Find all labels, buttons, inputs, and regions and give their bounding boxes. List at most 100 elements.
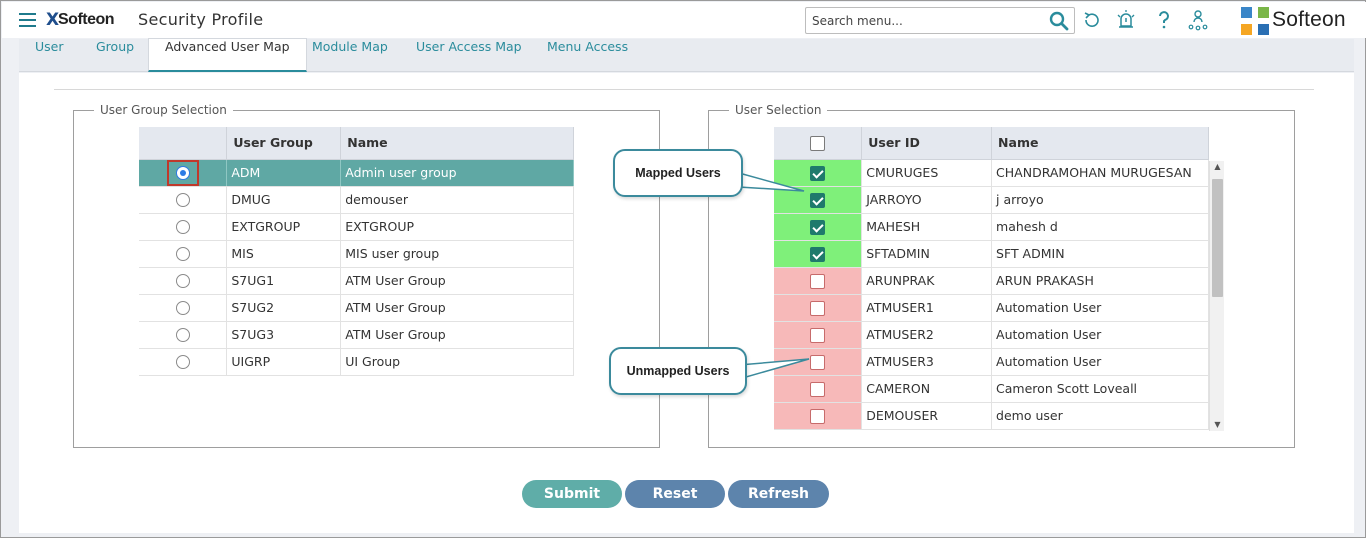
table-row[interactable]: JARROYO j arroyo	[774, 186, 1209, 214]
table-row[interactable]: DMUG demouser	[139, 186, 574, 214]
app-window: X Softeon Security Profile Search menu..…	[0, 0, 1366, 538]
help-icon[interactable]	[1153, 9, 1175, 31]
table-row[interactable]: CAMERON Cameron Scott Loveall	[774, 375, 1209, 403]
tab-advanced-user-map[interactable]: Advanced User Map	[148, 38, 307, 72]
table-row[interactable]: MAHESH mahesh d	[774, 213, 1209, 241]
table-row[interactable]: ATMUSER2 Automation User	[774, 321, 1209, 349]
user-name-cell: Automation User	[991, 321, 1209, 349]
user-group-table: User Group Name ADM Admin user group DMUG d…	[139, 127, 574, 376]
user-id-cell: ATMUSER2	[861, 321, 993, 349]
select-cell	[139, 267, 228, 295]
user-group-cell: S7UG1	[226, 267, 342, 295]
brand-mark-icon	[1241, 7, 1269, 35]
refresh-icon[interactable]	[1081, 9, 1103, 31]
selected-radio-highlight	[166, 159, 199, 186]
scroll-up-icon[interactable]: ▲	[1210, 161, 1225, 173]
column-header-user-group[interactable]: User Group	[226, 127, 342, 160]
group-radio[interactable]	[175, 301, 190, 316]
user-name-cell: demo user	[991, 402, 1209, 430]
select-cell	[139, 294, 228, 322]
user-network-icon[interactable]	[1187, 9, 1209, 31]
group-radio[interactable]	[175, 165, 190, 180]
tab-bar: User Group Advanced User Map Module Map …	[19, 38, 1354, 72]
group-radio[interactable]	[175, 247, 190, 262]
group-radio[interactable]	[175, 355, 190, 370]
group-name-cell: Admin user group	[340, 159, 574, 187]
group-name-cell: MIS user group	[340, 240, 574, 268]
callout-mapped-users: Mapped Users	[613, 149, 743, 197]
user-name-cell: CHANDRAMOHAN MURUGESAN	[991, 159, 1209, 187]
user-selection-legend: User Selection	[735, 103, 822, 117]
user-checkbox[interactable]	[810, 408, 826, 424]
user-group-cell: UIGRP	[226, 348, 342, 376]
column-header-name[interactable]: Name	[340, 127, 574, 160]
user-table-scrollbar[interactable]: ▲ ▼	[1209, 161, 1224, 431]
user-id-cell: DEMOUSER	[861, 402, 993, 430]
select-cell	[139, 159, 228, 187]
search-icon[interactable]	[1048, 10, 1070, 32]
select-cell	[139, 321, 228, 349]
user-name-cell: SFT ADMIN	[991, 240, 1209, 268]
user-selection-table: User ID Name CMURUGES CHANDRAMOHAN MURUGE…	[774, 127, 1209, 430]
user-name-cell: mahesh d	[991, 213, 1209, 241]
submit-button[interactable]: Submit	[522, 480, 622, 508]
table-row[interactable]: ATMUSER3 Automation User	[774, 348, 1209, 376]
refresh-button[interactable]: Refresh	[728, 480, 829, 508]
user-group-cell: ADM	[226, 159, 342, 187]
column-header-user-id[interactable]: User ID	[861, 127, 993, 160]
table-row[interactable]: ATMUSER1 Automation User	[774, 294, 1209, 322]
reset-button[interactable]: Reset	[625, 480, 725, 508]
select-cell	[139, 213, 228, 241]
tab-group[interactable]: Group	[96, 39, 134, 72]
user-group-cell: DMUG	[226, 186, 342, 214]
table-row[interactable]: S7UG2 ATM User Group	[139, 294, 574, 322]
group-radio[interactable]	[175, 193, 190, 208]
group-radio[interactable]	[175, 328, 190, 343]
select-cell	[139, 186, 228, 214]
user-name-cell: j arroyo	[991, 186, 1209, 214]
tab-user[interactable]: User	[35, 39, 64, 72]
alarm-icon[interactable]	[1115, 9, 1137, 31]
search-input[interactable]	[810, 11, 1040, 30]
user-name-cell: Automation User	[991, 348, 1209, 376]
table-row[interactable]: ADM Admin user group	[139, 159, 574, 187]
user-id-cell: ATMUSER3	[861, 348, 993, 376]
brand-word: Softeon	[1272, 8, 1346, 31]
user-id-cell: ARUNPRAK	[861, 267, 993, 295]
table-row[interactable]: UIGRP UI Group	[139, 348, 574, 376]
user-group-legend: User Group Selection	[100, 103, 227, 117]
scroll-down-icon[interactable]: ▼	[1210, 419, 1225, 431]
select-cell	[774, 402, 863, 430]
group-radio[interactable]	[175, 274, 190, 289]
table-row[interactable]: ARUNPRAK ARUN PRAKASH	[774, 267, 1209, 295]
callout-unmapped-users: Unmapped Users	[609, 347, 747, 395]
table-row[interactable]: EXTGROUP EXTGROUP	[139, 213, 574, 241]
user-name-cell: Automation User	[991, 294, 1209, 322]
group-name-cell: EXTGROUP	[340, 213, 574, 241]
group-name-cell: demouser	[340, 186, 574, 214]
hamburger-menu-icon[interactable]	[19, 13, 36, 27]
column-header-name[interactable]: Name	[991, 127, 1209, 160]
group-name-cell: ATM User Group	[340, 294, 574, 322]
table-row[interactable]: S7UG1 ATM User Group	[139, 267, 574, 295]
table-row[interactable]: SFTADMIN SFT ADMIN	[774, 240, 1209, 268]
user-id-cell: ATMUSER1	[861, 294, 993, 322]
tab-menu-access[interactable]: Menu Access	[547, 39, 628, 72]
select-cell	[139, 348, 228, 376]
group-name-cell: ATM User Group	[340, 267, 574, 295]
user-group-cell: S7UG2	[226, 294, 342, 322]
user-group-cell: S7UG3	[226, 321, 342, 349]
table-row[interactable]: MIS MIS user group	[139, 240, 574, 268]
scroll-thumb[interactable]	[1212, 179, 1223, 297]
page-title: Security Profile	[138, 10, 264, 29]
user-id-cell: CAMERON	[861, 375, 993, 403]
table-row[interactable]: S7UG3 ATM User Group	[139, 321, 574, 349]
tab-user-access-map[interactable]: User Access Map	[416, 39, 522, 72]
table-header-row: User ID Name	[774, 127, 1209, 160]
search-box	[805, 7, 1075, 34]
select-cell	[139, 240, 228, 268]
table-row[interactable]: DEMOUSER demo user	[774, 402, 1209, 430]
group-radio[interactable]	[175, 220, 190, 235]
table-row[interactable]: CMURUGES CHANDRAMOHAN MURUGESAN	[774, 159, 1209, 187]
tab-module-map[interactable]: Module Map	[312, 39, 388, 72]
